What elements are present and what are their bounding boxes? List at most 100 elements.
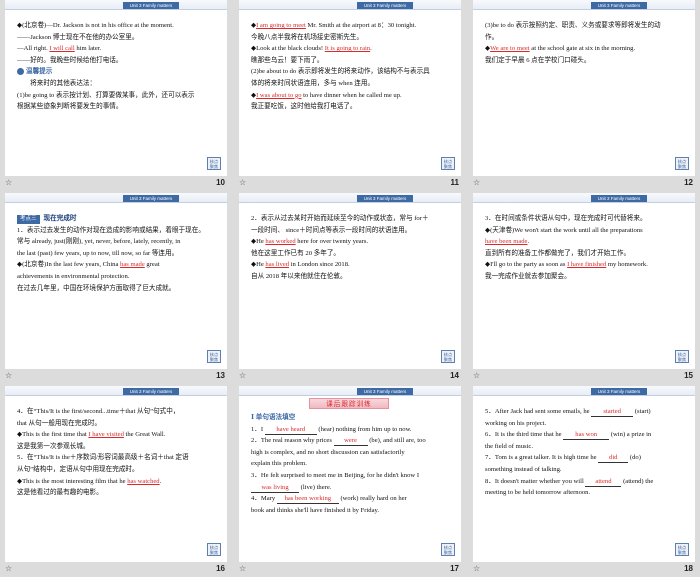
nav-badge-button[interactable]: 核点 聚焦 — [441, 157, 455, 170]
text-run: 常与 already, just(刚刚), yet, never, before… — [17, 238, 181, 246]
text-line: 体的将来时间状语连用，多与 when 连用。 — [251, 78, 451, 90]
text-line: the field of music. — [485, 441, 685, 453]
star-icon[interactable]: ☆ — [5, 564, 12, 573]
text-line: 3．He felt surprised to meet me in Beijin… — [251, 470, 451, 482]
text-line: 1．表示过去发生的动作对现在造成的影响或结果，着眼于现在。 — [17, 225, 217, 237]
badge-label: 聚焦 — [209, 357, 219, 363]
slide-canvas[interactable]: Unit 3 Family matters ◆I am going to meet… — [239, 0, 461, 176]
slide-thumbnail-16[interactable]: Unit 3 Family matters 4．在“This/It is the … — [0, 386, 233, 577]
text-line: ◆(北京卷)—Dr. Jackson is not in his office … — [17, 20, 217, 32]
text-line: 常与 already, just(刚刚), yet, never, before… — [17, 236, 217, 248]
unit-tab: Unit 3 Family matters — [123, 388, 179, 395]
star-icon[interactable]: ☆ — [5, 371, 12, 380]
unit-tab: Unit 3 Family matters — [357, 195, 413, 202]
text-line: 1．I have heard (hear) nothing from him u… — [251, 424, 451, 436]
slide-header-bar: Unit 3 Family matters — [239, 386, 461, 396]
text-run: here for over twenty years. — [295, 238, 369, 246]
text-line: (3)be to do 表示按照约定、职责、义务或要求等即将发生的动 — [485, 20, 685, 32]
highlight-answer: I was about to go — [256, 91, 302, 99]
star-icon[interactable]: ☆ — [239, 564, 246, 573]
text-line: meeting to be held tomorrow afternoon. — [485, 487, 685, 499]
slide-canvas[interactable]: Unit 3 Family matters 3．在时间或条件状语从句中，现在完成时… — [473, 193, 695, 369]
slide-canvas[interactable]: Unit 3 Family matters (3)be to do 表示按照约定、… — [473, 0, 695, 176]
nav-badge-button[interactable]: 核点 聚焦 — [207, 157, 221, 170]
slide-thumbnail-14[interactable]: Unit 3 Family matters 2．表示从过去某时开始而延续至今的动作… — [234, 193, 467, 385]
text-run: 从句”结构中，定语从句中用现在完成时。 — [17, 465, 139, 473]
text-line: ◆This is the first time that I have visi… — [17, 429, 217, 441]
nav-badge-button[interactable]: 核点 聚焦 — [675, 543, 689, 556]
answer-blank: has been working — [276, 495, 339, 505]
highlight-answer: I have visited — [88, 431, 124, 439]
text-run: to have dinner when he called me up. — [301, 91, 402, 99]
badge-label: 聚焦 — [677, 550, 687, 556]
slide-canvas[interactable]: Unit 3 Family matters ◆(北京卷)—Dr. Jackson … — [5, 0, 227, 176]
text-run: something instead of talking. — [485, 465, 562, 473]
nav-badge-button[interactable]: 核点 聚焦 — [207, 543, 221, 556]
slide-meta-bar: ☆ 16 — [5, 564, 227, 576]
text-run: book and thinks she'll have finished it … — [251, 506, 380, 514]
nav-badge-button[interactable]: 核点 聚焦 — [441, 543, 455, 556]
nav-badge-button[interactable]: 核点 聚焦 — [675, 350, 689, 363]
text-line: 从句”结构中，定语从句中用现在完成时。 — [17, 464, 217, 476]
star-icon[interactable]: ☆ — [5, 178, 12, 187]
star-icon[interactable]: ☆ — [473, 371, 480, 380]
slide-canvas[interactable]: Unit 3 Family matters 考点三 现在完成时 1．表示过去发生的动作… — [5, 193, 227, 369]
slide-header-bar: Unit 3 Family matters — [5, 193, 227, 203]
star-icon[interactable]: ☆ — [473, 178, 480, 187]
text-line: 我正要吃饭，这时他给我打电话了。 — [251, 101, 451, 113]
text-run: (work) really hard on her — [338, 495, 407, 503]
slide-thumbnail-11[interactable]: Unit 3 Family matters ◆I am going to meet… — [234, 0, 467, 192]
slide-canvas[interactable]: Unit 3 Family matters 5．After Jack had se… — [473, 386, 695, 562]
section-banner: 课后跟踪训练 — [309, 398, 389, 409]
nav-badge-button[interactable]: 核点 聚焦 — [675, 157, 689, 170]
text-run: (live) there. — [299, 483, 332, 491]
slide-number: 13 — [216, 371, 225, 380]
unit-tab: Unit 3 Family matters — [123, 195, 179, 202]
text-run: ◆He — [251, 261, 266, 269]
text-run: . — [527, 238, 530, 246]
text-run: 这是他看过的最有趣的电影。 — [17, 489, 103, 497]
slide-thumbnail-15[interactable]: Unit 3 Family matters 3．在时间或条件状语从句中，现在完成时… — [468, 193, 700, 385]
text-line: 一段时间、 since＋时间点等表示一段时间的状语连用。 — [251, 225, 451, 237]
text-run: 他在这里工作已有 20 多年了。 — [251, 249, 341, 257]
text-run: 在过去几年里，中国在环境保护方面取得了巨大成就。 — [17, 284, 176, 292]
text-run: the field of music. — [485, 442, 533, 450]
slide-canvas[interactable]: Unit 3 Family matters 2．表示从过去某时开始而延续至今的动作… — [239, 193, 461, 369]
highlight-answer: has watched — [127, 477, 160, 485]
text-run: 体的将来时间状语连用，多与 when 连用。 — [251, 79, 375, 87]
slide-thumbnail-18[interactable]: Unit 3 Family matters 5．After Jack had se… — [468, 386, 700, 577]
nav-badge-button[interactable]: 核点 聚焦 — [207, 350, 221, 363]
text-line: 3．在时间或条件状语从句中，现在完成时可代替将来。 — [485, 213, 685, 225]
unit-tab: Unit 3 Family matters — [123, 2, 179, 9]
badge-label: 聚焦 — [443, 550, 453, 556]
slide-thumbnail-10[interactable]: Unit 3 Family matters ◆(北京卷)—Dr. Jackson … — [0, 0, 233, 192]
text-run: my homework. — [606, 261, 648, 269]
slide-thumbnail-13[interactable]: Unit 3 Family matters 考点三 现在完成时 1．表示过去发生的动作… — [0, 193, 233, 385]
text-line: have been made. — [485, 236, 685, 248]
text-run: ◆(北京卷)In the last few years, China — [17, 261, 121, 269]
text-run: . — [159, 477, 162, 485]
slide-thumbnail-17[interactable]: Unit 3 Family matters 课后跟踪训练 Ⅰ 单句语法填空 1．I h… — [234, 386, 467, 577]
star-icon[interactable]: ☆ — [239, 178, 246, 187]
text-line: 8．It doesn't matter whether you will att… — [485, 476, 685, 488]
text-line: —All right. I will call him later. — [17, 43, 217, 55]
text-line: something instead of talking. — [485, 464, 685, 476]
highlight-answer: have been made — [485, 238, 528, 246]
unit-tab: Unit 3 Family matters — [591, 195, 647, 202]
slide-thumbnail-12[interactable]: Unit 3 Family matters (3)be to do 表示按照约定、… — [468, 0, 700, 192]
text-line: the last (past) few years, up to now, ti… — [17, 248, 217, 260]
star-icon[interactable]: ☆ — [239, 371, 246, 380]
text-run: 1．I — [251, 425, 265, 433]
slide-canvas[interactable]: Unit 3 Family matters 课后跟踪训练 Ⅰ 单句语法填空 1．I h… — [239, 386, 461, 562]
text-run: 5．在“This/It is the＋序数词/形容词最高级＋名词＋that 定语 — [17, 454, 189, 462]
text-line: 自从 2018 年以来他就住在伦敦。 — [251, 271, 451, 283]
slide-number: 11 — [450, 178, 459, 187]
nav-badge-button[interactable]: 核点 聚焦 — [441, 350, 455, 363]
text-run: 一段时间、 since＋时间点等表示一段时间的状语连用。 — [251, 226, 412, 234]
text-run: ——好的。我晚些时候给他打电话。 — [17, 56, 123, 64]
text-run: 7．Tom is a great talker. It is high time… — [485, 454, 599, 462]
text-run: 3．He felt surprised to meet me in Beijin… — [251, 471, 420, 479]
text-line: ◆(天津卷)We won't start the work until all … — [485, 225, 685, 237]
slide-canvas[interactable]: Unit 3 Family matters 4．在“This/It is the … — [5, 386, 227, 562]
star-icon[interactable]: ☆ — [473, 564, 480, 573]
